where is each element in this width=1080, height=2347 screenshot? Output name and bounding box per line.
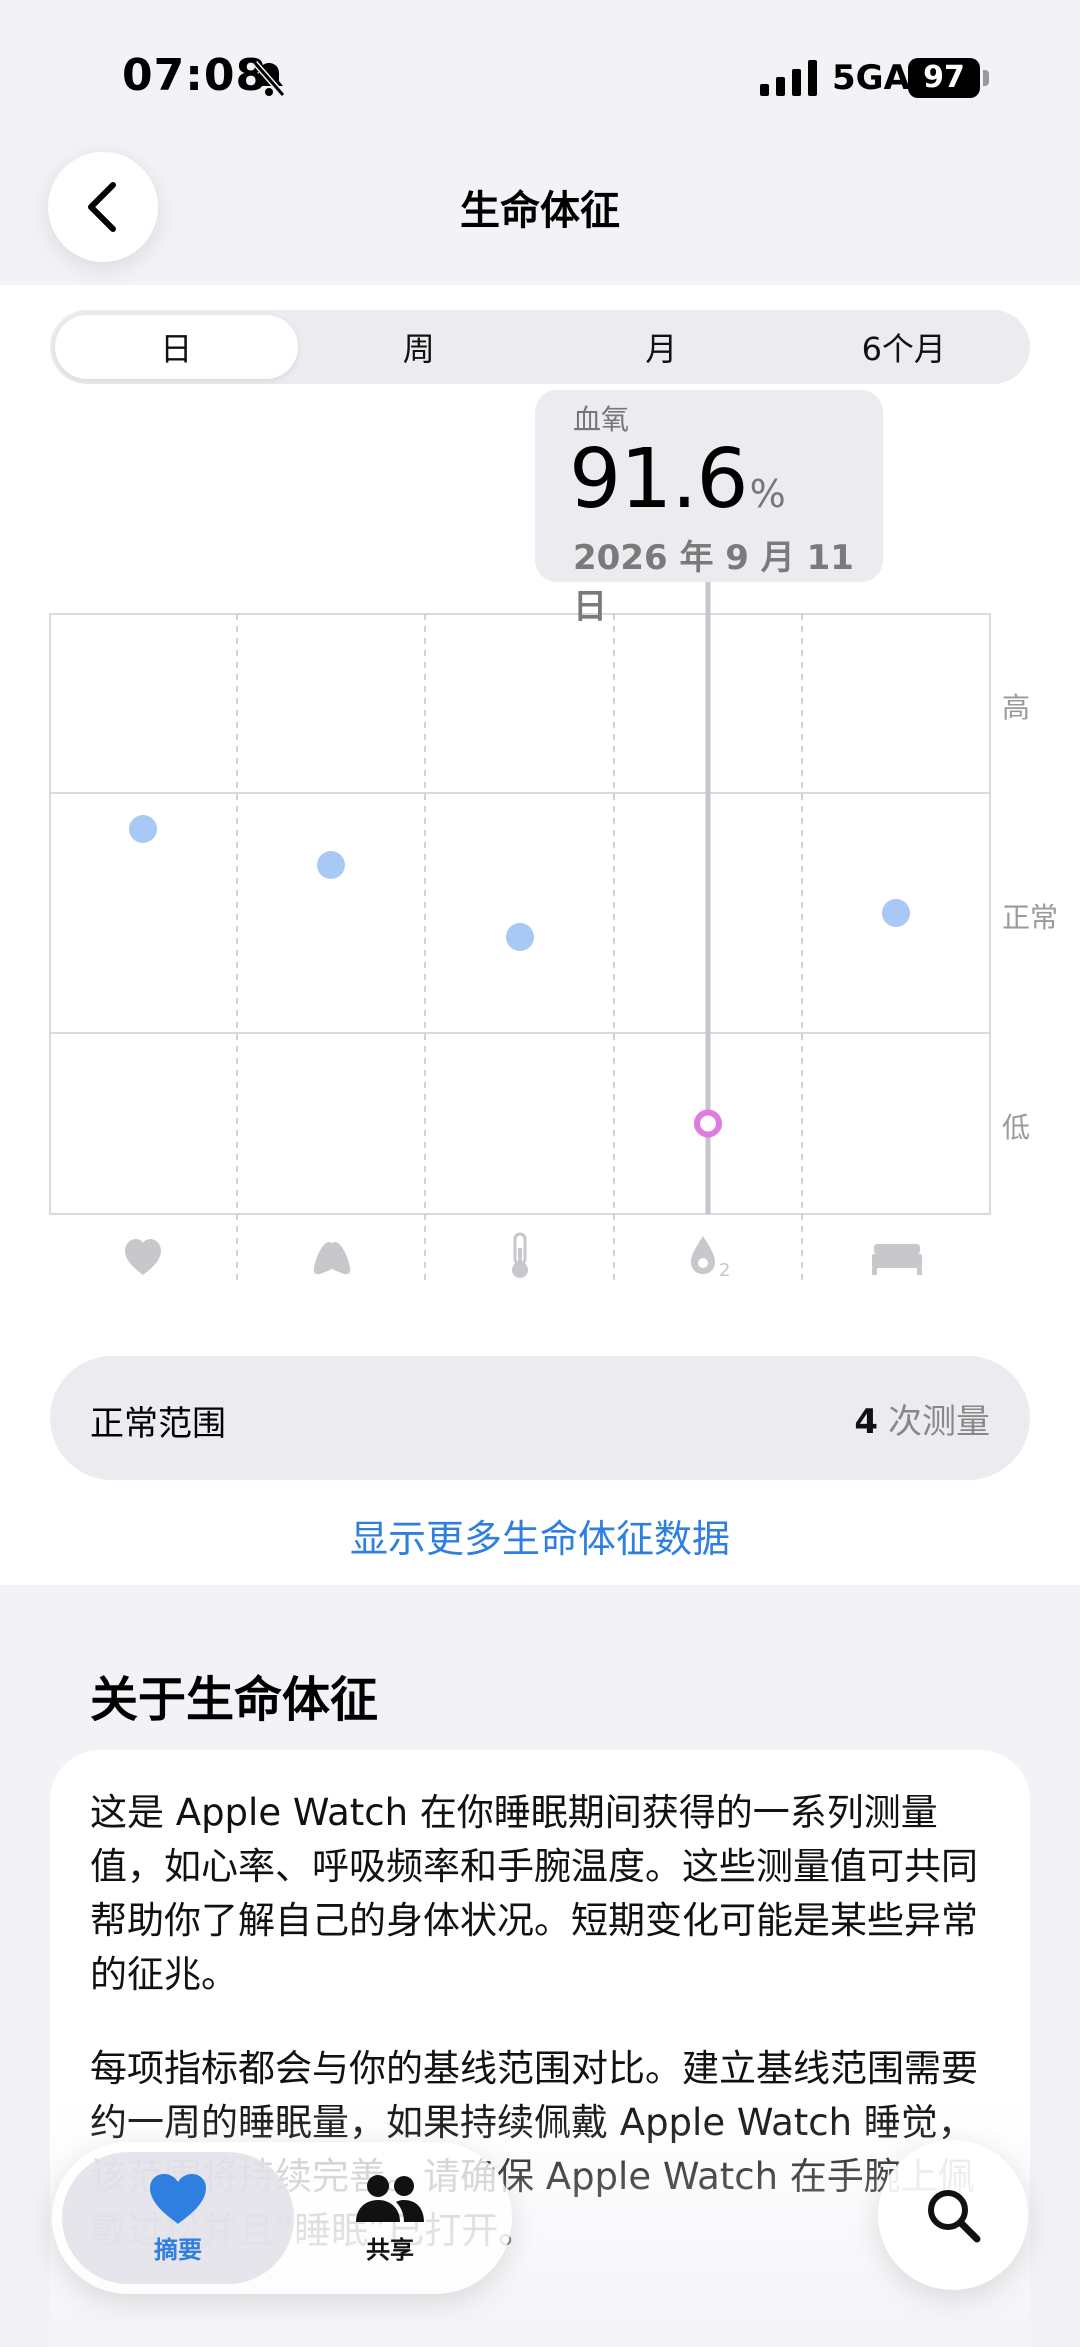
tooltip-value-row: 91.6% xyxy=(569,432,786,527)
search-button[interactable] xyxy=(878,2140,1028,2290)
about-title: 关于生命体征 xyxy=(90,1672,379,1728)
show-more-link[interactable]: 显示更多生命体征数据 xyxy=(0,1508,1080,1563)
range-count-row: 4 次测量 xyxy=(854,1394,990,1443)
network-type: 5GA xyxy=(832,58,910,98)
segment-day[interactable]: 日 xyxy=(55,315,298,379)
data-point[interactable] xyxy=(317,851,345,879)
tab-sharing[interactable]: 共享 xyxy=(274,2152,506,2284)
page-title: 生命体征 xyxy=(460,188,620,234)
vitals-chart-svg: 2 xyxy=(49,580,991,1286)
tab-summary[interactable]: 摘要 xyxy=(62,2152,294,2284)
y-label-normal: 正常 xyxy=(1002,901,1059,934)
range-label: 正常范围 xyxy=(90,1404,226,1444)
battery-tip xyxy=(983,70,989,86)
tooltip-value: 91.6 xyxy=(569,432,749,527)
battery-indicator: 97 xyxy=(908,58,980,98)
search-icon xyxy=(928,2190,981,2243)
time-range-control: 日 周 月 6个月 xyxy=(50,310,1030,384)
about-paragraph-1: 这是 Apple Watch 在你睡眠期间获得的一系列测量值，如心率、呼吸频率和… xyxy=(90,1791,978,1996)
y-label-high: 高 xyxy=(1002,691,1031,724)
svg-text:2: 2 xyxy=(719,1260,730,1281)
tab-sharing-label: 共享 xyxy=(366,2235,414,2264)
measurement-suffix: 次测量 xyxy=(888,1402,990,1442)
tooltip-unit: % xyxy=(749,472,786,516)
signal-icon xyxy=(760,60,817,96)
data-point[interactable] xyxy=(882,899,910,927)
segment-week[interactable]: 周 xyxy=(298,315,541,379)
vitals-chart: 2 高 正常 低 xyxy=(0,580,1080,1300)
data-point[interactable] xyxy=(129,815,157,843)
chart-frame xyxy=(49,613,991,1215)
bed-icon xyxy=(872,1244,922,1275)
tooltip-date: 2026 年 9 月 11 日 xyxy=(573,538,854,627)
normal-range-card[interactable]: 正常范围 4 次测量 xyxy=(50,1356,1030,1480)
heart-icon xyxy=(150,2173,206,2224)
segment-month[interactable]: 月 xyxy=(540,315,783,379)
measurement-count: 4 xyxy=(854,1402,878,1442)
selection-tooltip: 血氧 91.6% 2026 年 9 月 11 日 xyxy=(535,390,883,627)
lungs-icon xyxy=(313,1242,351,1275)
data-point[interactable] xyxy=(506,923,534,951)
y-label-low: 低 xyxy=(1002,1111,1031,1144)
bell-slash-icon xyxy=(252,61,286,97)
tab-summary-label: 摘要 xyxy=(154,2235,202,2264)
blood-oxygen-icon: 2 xyxy=(691,1236,730,1281)
segment-6-months[interactable]: 6个月 xyxy=(783,315,1026,379)
status-bar: 07:08 5GA 97 xyxy=(0,0,1080,150)
thermometer-icon xyxy=(512,1232,528,1278)
tab-bar: 摘要 共享 xyxy=(52,2142,512,2294)
status-time: 07:08 xyxy=(122,50,268,101)
people-icon xyxy=(356,2174,424,2222)
heart-icon xyxy=(125,1239,161,1275)
data-point-selected[interactable] xyxy=(694,1109,722,1138)
